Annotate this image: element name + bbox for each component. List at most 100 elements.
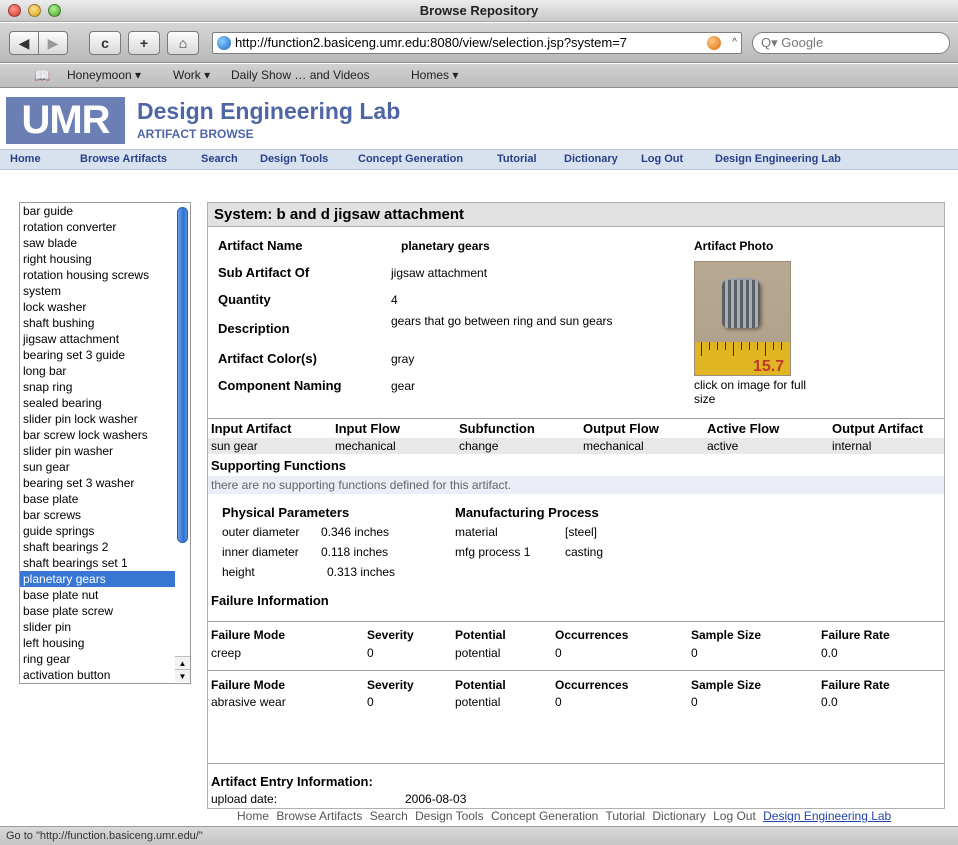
divider <box>208 418 944 419</box>
flow-cell-subfunction: change <box>459 439 499 453</box>
minimize-window-button[interactable] <box>28 4 41 17</box>
flow-header-subfunction: Subfunction <box>459 421 535 436</box>
artifact-list-item[interactable]: planetary gears <box>20 571 190 587</box>
artifact-list-item[interactable]: saw blade <box>20 235 190 251</box>
footer-design-engineering-lab[interactable]: Design Engineering Lab <box>763 809 891 823</box>
footer-dictionary[interactable]: Dictionary <box>652 809 705 823</box>
zoom-window-button[interactable] <box>48 4 61 17</box>
artifact-list-item[interactable]: shaft bearings 2 <box>20 539 190 555</box>
artifact-list-item[interactable]: long bar <box>20 363 190 379</box>
artifact-list-item[interactable]: right housing <box>20 251 190 267</box>
flow-header-output-artifact: Output Artifact <box>832 421 924 436</box>
address-bar[interactable]: http://function2.basiceng.umr.edu:8080/v… <box>212 32 742 54</box>
snapback-icon[interactable] <box>707 36 721 50</box>
scroll-down-arrow-icon[interactable]: ▼ <box>175 669 190 682</box>
artifact-list-item[interactable]: shaft bearings set 1 <box>20 555 190 571</box>
back-icon: ◀ <box>18 35 30 51</box>
footer-browse-artifacts[interactable]: Browse Artifacts <box>276 809 362 823</box>
artifact-list-item[interactable]: bar guide <box>20 203 190 219</box>
back-button[interactable]: ◀ <box>9 31 39 55</box>
nav-browse-artifacts[interactable]: Browse Artifacts <box>80 153 167 165</box>
bookmark-homes[interactable]: Homes ▾ <box>411 64 458 87</box>
artifact-list-item[interactable]: shaft bushing <box>20 315 190 331</box>
artifact-listbox[interactable]: bar guide rotation converter saw blade righ… <box>19 202 191 684</box>
artifact-list-item[interactable]: base plate screw <box>20 603 190 619</box>
artifact-list-item[interactable]: rotation converter <box>20 219 190 235</box>
artifact-list-item[interactable]: snap ring <box>20 379 190 395</box>
nav-dictionary[interactable]: Dictionary <box>564 153 618 165</box>
artifact-list-item[interactable]: jigsaw attachment <box>20 331 190 347</box>
chevron-up-icon[interactable]: ^ <box>732 33 737 53</box>
mfg-param-value: casting <box>565 545 604 559</box>
list-scroll-thumb[interactable] <box>177 207 188 543</box>
ruler-tick <box>733 342 734 356</box>
umr-logo[interactable]: UMR <box>6 97 125 144</box>
globe-icon <box>217 36 231 50</box>
bookmark-honeymoon[interactable]: Honeymoon ▾ <box>67 64 141 87</box>
system-heading: System: b and d jigsaw attachment <box>208 203 944 227</box>
artifact-list-item[interactable]: left housing <box>20 635 190 651</box>
artifact-detail-panel: System: b and d jigsaw attachment Artifa… <box>207 202 945 809</box>
artifact-list-item[interactable]: base plate nut <box>20 587 190 603</box>
flow-header-output-flow: Output Flow <box>583 421 659 436</box>
scroll-up-arrow-icon[interactable]: ▲ <box>175 656 190 669</box>
nav-tutorial[interactable]: Tutorial <box>497 153 537 165</box>
footer-links: Home Browse Artifacts Search Design Tool… <box>237 809 895 823</box>
artifact-list-item[interactable]: activation button <box>20 667 190 683</box>
footer-tutorial[interactable]: Tutorial <box>605 809 645 823</box>
supporting-functions-heading: Supporting Functions <box>211 458 347 473</box>
bookmarks-book-icon[interactable]: 📖 <box>34 64 50 87</box>
failure-cell-occurrences: 0 <box>555 695 562 709</box>
close-window-button[interactable] <box>8 4 21 17</box>
upload-date-value: 2006-08-03 <box>405 792 467 806</box>
failure-header-severity: Severity <box>367 678 414 692</box>
artifact-photo[interactable]: 15.7 <box>694 261 791 376</box>
footer-log-out[interactable]: Log Out <box>713 809 756 823</box>
bookmark-work[interactable]: Work ▾ <box>173 64 210 87</box>
artifact-list-items: bar guide rotation converter saw blade righ… <box>20 203 190 683</box>
failure-cell-rate: 0.0 <box>821 695 838 709</box>
artifact-list-item[interactable]: bar screw lock washers <box>20 427 190 443</box>
home-button[interactable]: ⌂ <box>167 31 199 55</box>
nav-home[interactable]: Home <box>10 153 41 165</box>
add-bookmark-button[interactable]: + <box>128 31 160 55</box>
artifact-list-item[interactable]: sealed bearing <box>20 395 190 411</box>
artifact-list-item[interactable]: base plate <box>20 491 190 507</box>
artifact-list-item[interactable]: guide springs <box>20 523 190 539</box>
artifact-list-item[interactable]: sun gear <box>20 459 190 475</box>
nav-design-engineering-lab[interactable]: Design Engineering Lab <box>715 153 841 165</box>
list-scrollbar[interactable]: ▲ ▼ <box>175 203 190 683</box>
artifact-list-item[interactable]: bar screws <box>20 507 190 523</box>
footer-search[interactable]: Search <box>370 809 408 823</box>
reload-button[interactable]: c <box>89 31 121 55</box>
lab-subtitle: ARTIFACT BROWSE <box>137 127 254 141</box>
physical-param-value: 0.346 inches <box>321 525 390 539</box>
artifact-list-item[interactable]: system <box>20 283 190 299</box>
nav-design-tools[interactable]: Design Tools <box>260 153 328 165</box>
artifact-list-item[interactable]: ring gear <box>20 651 190 667</box>
home-icon: ⌂ <box>178 35 188 51</box>
nav-log-out[interactable]: Log Out <box>641 153 683 165</box>
nav-search[interactable]: Search <box>201 153 238 165</box>
bookmark-daily-show[interactable]: Daily Show … and Videos <box>231 64 370 87</box>
artifact-list-item[interactable]: bearing set 3 washer <box>20 475 190 491</box>
footer-home[interactable]: Home <box>237 809 269 823</box>
forward-icon: ▶ <box>47 35 59 51</box>
failure-cell-sample-size: 0 <box>691 695 698 709</box>
artifact-list-item[interactable]: slider pin <box>20 619 190 635</box>
search-input[interactable]: Q▾ Google <box>752 32 950 54</box>
footer-concept-generation[interactable]: Concept Generation <box>491 809 598 823</box>
artifact-list-item[interactable]: slider pin washer <box>20 443 190 459</box>
artifact-list-item[interactable]: slider pin lock washer <box>20 411 190 427</box>
artifact-list-item[interactable]: lock washer <box>20 299 190 315</box>
artifact-list-item[interactable]: bearing set 3 guide <box>20 347 190 363</box>
failure-header-severity: Severity <box>367 628 414 642</box>
artifact-list-item[interactable]: rotation housing screws <box>20 267 190 283</box>
mfg-param-name: material <box>455 525 498 539</box>
nav-concept-generation[interactable]: Concept Generation <box>358 153 463 165</box>
prop-value-description: gears that go between ring and sun gears <box>391 314 613 328</box>
forward-button[interactable]: ▶ <box>38 31 68 55</box>
footer-design-tools[interactable]: Design Tools <box>415 809 483 823</box>
prop-label-artifact-color: Artifact Color(s) <box>218 351 317 366</box>
failure-header-mode: Failure Mode <box>211 678 286 692</box>
